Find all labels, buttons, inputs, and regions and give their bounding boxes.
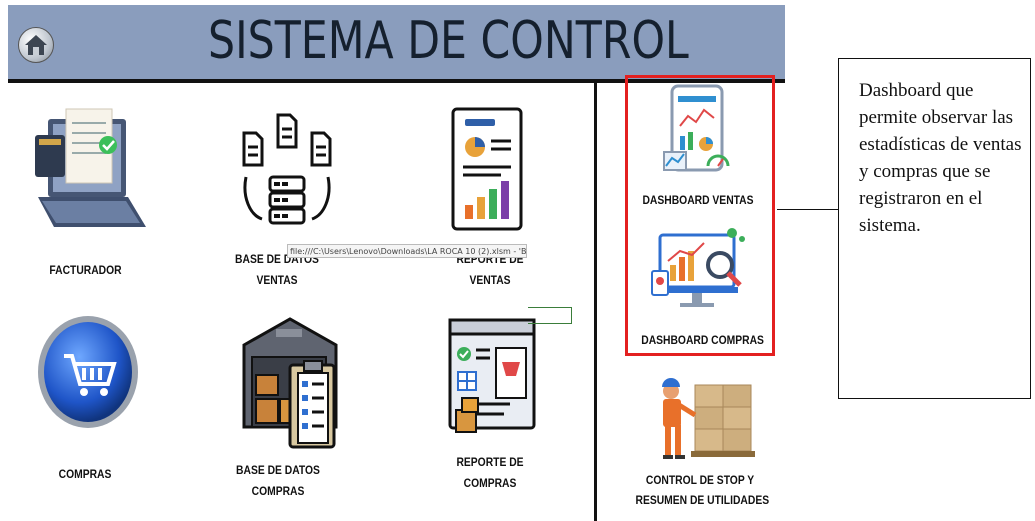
database-documents-icon: [242, 113, 332, 225]
header-bar: SISTEMA DE CONTROL: [8, 5, 785, 83]
compras-tile[interactable]: COMPRAS: [30, 310, 145, 490]
cell-selection-frame: [528, 307, 572, 324]
facturador-label: FACTURADOR: [49, 263, 122, 277]
highlight-box: [625, 75, 775, 356]
base-datos-ventas-label-2: VENTAS: [256, 273, 298, 287]
base-datos-compras-tile[interactable]: BASE DE DATOS COMPRAS: [236, 315, 345, 505]
section-divider: [594, 82, 597, 521]
reporte-ventas-label-2: VENTAS: [469, 273, 511, 287]
facturador-tile[interactable]: FACTURADOR: [28, 105, 153, 295]
callout-text: Dashboard que permite observar las estad…: [859, 80, 1022, 236]
home-icon: [25, 35, 47, 55]
invoice-laptop-icon: [35, 108, 146, 227]
callout-connector: [777, 209, 838, 210]
hyperlink-tooltip: file:///C:\Users\Lenovo\Downloads\LA ROC…: [287, 244, 527, 258]
shopping-cart-icon: [38, 316, 138, 428]
home-button[interactable]: [18, 27, 54, 63]
page-title: SISTEMA DE CONTROL: [208, 11, 689, 71]
reporte-ventas-tile[interactable]: REPORTE DE VENTAS: [445, 105, 535, 295]
control-stop-label-1: CONTROL DE STOP Y: [645, 473, 755, 487]
control-stop-label-2: RESUMEN DE UTILIDADES: [635, 493, 770, 507]
reporte-compras-tile[interactable]: REPORTE DE COMPRAS: [440, 318, 540, 498]
base-datos-ventas-tile[interactable]: BASE DE DATOS VENTAS: [232, 105, 342, 295]
base-datos-compras-label-1: BASE DE DATOS: [236, 463, 320, 477]
sales-report-icon: [451, 107, 523, 231]
callout-box: Dashboard que permite observar las estad…: [838, 58, 1031, 399]
purchase-report-icon: [448, 318, 536, 433]
warehouse-clipboard-icon: [242, 317, 338, 449]
worker-boxes-icon: [662, 378, 755, 459]
reporte-compras-label-1: REPORTE DE: [456, 455, 524, 469]
base-datos-compras-label-2: COMPRAS: [251, 484, 305, 498]
control-stop-tile[interactable]: CONTROL DE STOP Y RESUMEN DE UTILIDADES: [625, 375, 775, 515]
reporte-compras-label-2: COMPRAS: [463, 476, 517, 490]
compras-label: COMPRAS: [58, 467, 112, 481]
